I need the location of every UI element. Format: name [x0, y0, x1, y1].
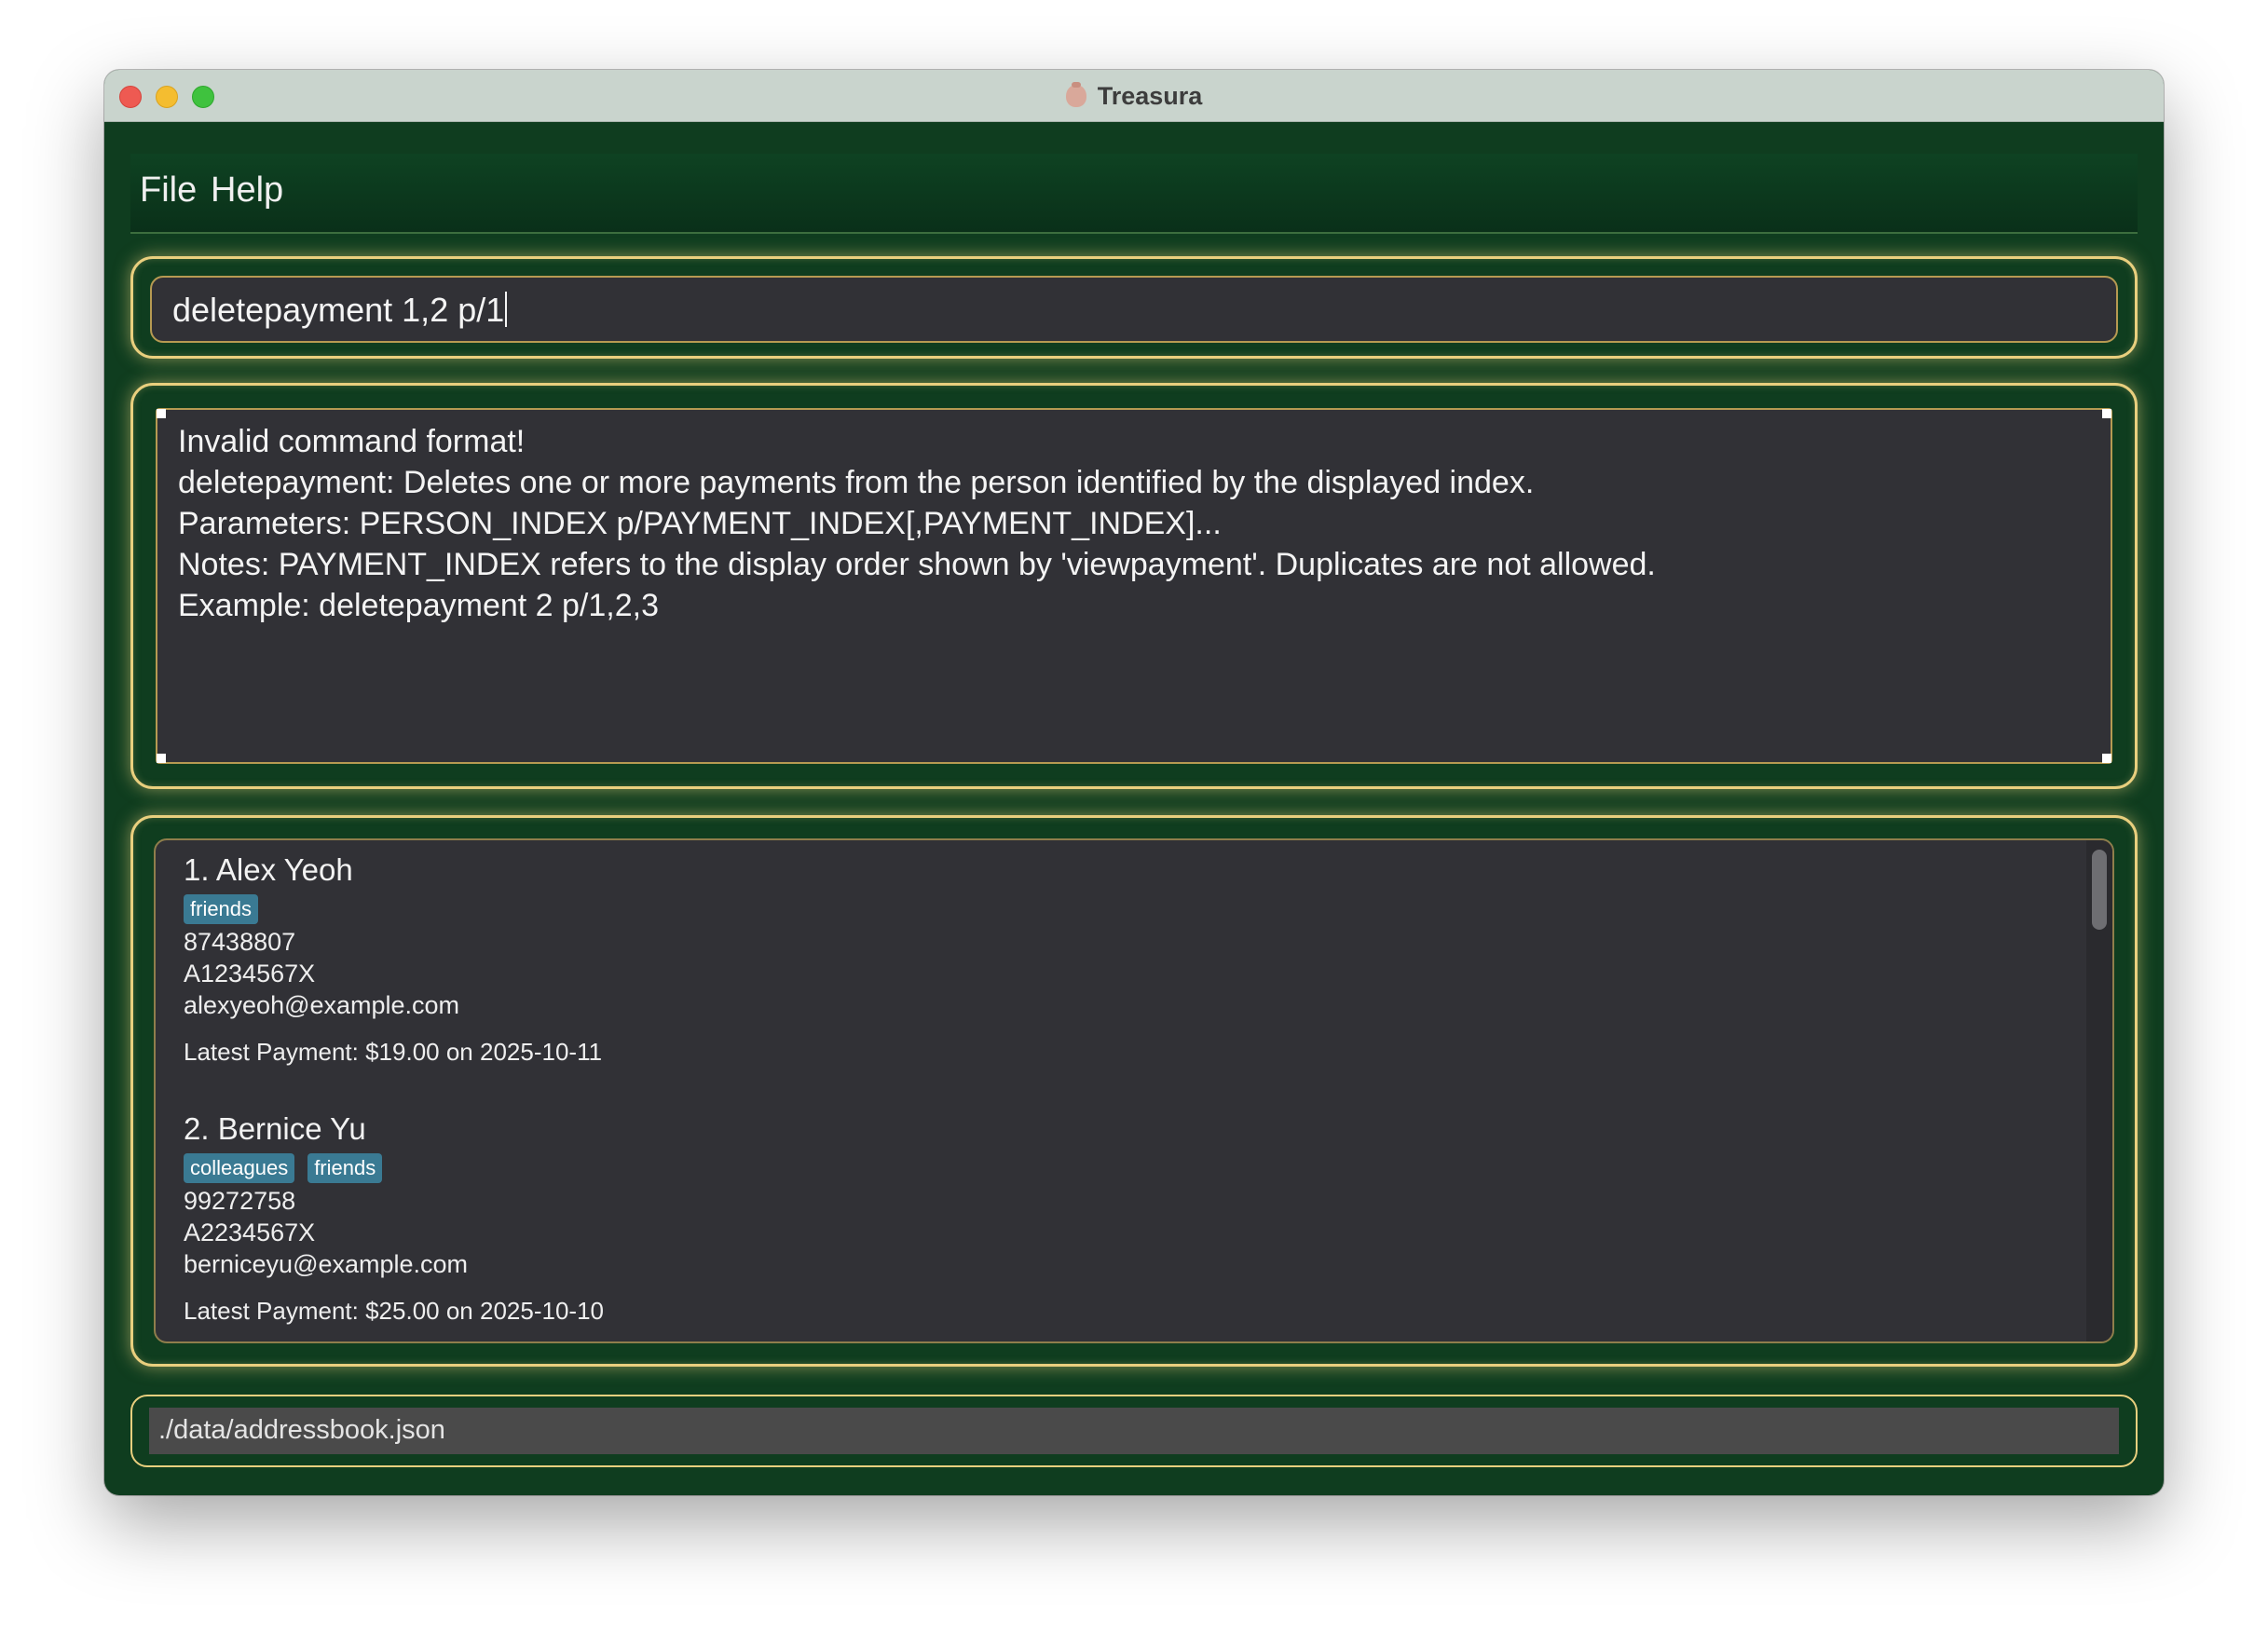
result-line: Parameters: PERSON_INDEX p/PAYMENT_INDEX…: [178, 506, 1222, 541]
person-id: A1234567X: [184, 960, 316, 987]
person-name: 1. Alex Yeoh: [184, 852, 353, 887]
app-window: Treasura File Help deletepayment 1,2 p/1…: [104, 70, 2164, 1495]
person-email: alexyeoh@example.com: [184, 991, 460, 1019]
title-bar: Treasura: [104, 70, 2164, 122]
latest-payment: Latest Payment: $25.00 on 2025-10-10: [184, 1297, 604, 1325]
tag-badge: friends: [307, 1153, 383, 1183]
result-panel: Invalid command format! deletepayment: D…: [130, 383, 2138, 789]
result-line: Notes: PAYMENT_INDEX refers to the displ…: [178, 547, 1656, 582]
person-phone: 99272758: [184, 1187, 296, 1215]
tag-list: friends: [184, 894, 602, 924]
result-display[interactable]: Invalid command format! deletepayment: D…: [156, 408, 2112, 764]
resize-corner-icon: [157, 754, 166, 763]
latest-payment: Latest Payment: $19.00 on 2025-10-11: [184, 1038, 603, 1066]
resize-corner-icon: [2102, 409, 2111, 418]
person-list-panel: 1. Alex Yeoh friends 87438807 A1234567X …: [130, 815, 2138, 1367]
person-list[interactable]: 1. Alex Yeoh friends 87438807 A1234567X …: [154, 838, 2114, 1343]
resize-corner-icon: [157, 409, 166, 418]
text-caret: [505, 292, 508, 327]
result-line: Example: deletepayment 2 p/1,2,3: [178, 588, 659, 623]
result-line: deletepayment: Deletes one or more payme…: [178, 465, 1535, 500]
person-email: berniceyu@example.com: [184, 1250, 469, 1278]
menu-bar: File Help: [130, 154, 2138, 234]
command-panel: deletepayment 1,2 p/1: [130, 256, 2138, 359]
person-phone: 87438807: [184, 928, 296, 956]
list-scrollbar[interactable]: [2086, 840, 2112, 1341]
title-wrap: Treasura: [104, 70, 2164, 122]
menu-help[interactable]: Help: [211, 170, 283, 211]
result-line: Invalid command format!: [178, 424, 526, 459]
command-input[interactable]: deletepayment 1,2 p/1: [150, 276, 2118, 343]
tag-badge: friends: [184, 894, 259, 924]
tag-list: colleagues friends: [184, 1153, 604, 1183]
resize-corner-icon: [2102, 754, 2111, 763]
window-title: Treasura: [1097, 81, 1203, 110]
command-text: deletepayment 1,2 p/1: [172, 291, 505, 329]
money-bag-icon: [1065, 82, 1086, 107]
status-bar: ./data/addressbook.json: [149, 1408, 2119, 1454]
tag-badge: colleagues: [184, 1153, 295, 1183]
person-card[interactable]: 1. Alex Yeoh friends 87438807 A1234567X …: [184, 850, 602, 1068]
person-card[interactable]: 2. Bernice Yu colleagues friends 9927275…: [184, 1109, 604, 1327]
menu-file[interactable]: File: [140, 170, 197, 211]
person-name: 2. Bernice Yu: [184, 1111, 366, 1146]
scrollbar-thumb[interactable]: [2092, 850, 2107, 930]
status-panel: ./data/addressbook.json: [130, 1395, 2138, 1467]
person-id: A2234567X: [184, 1219, 316, 1246]
